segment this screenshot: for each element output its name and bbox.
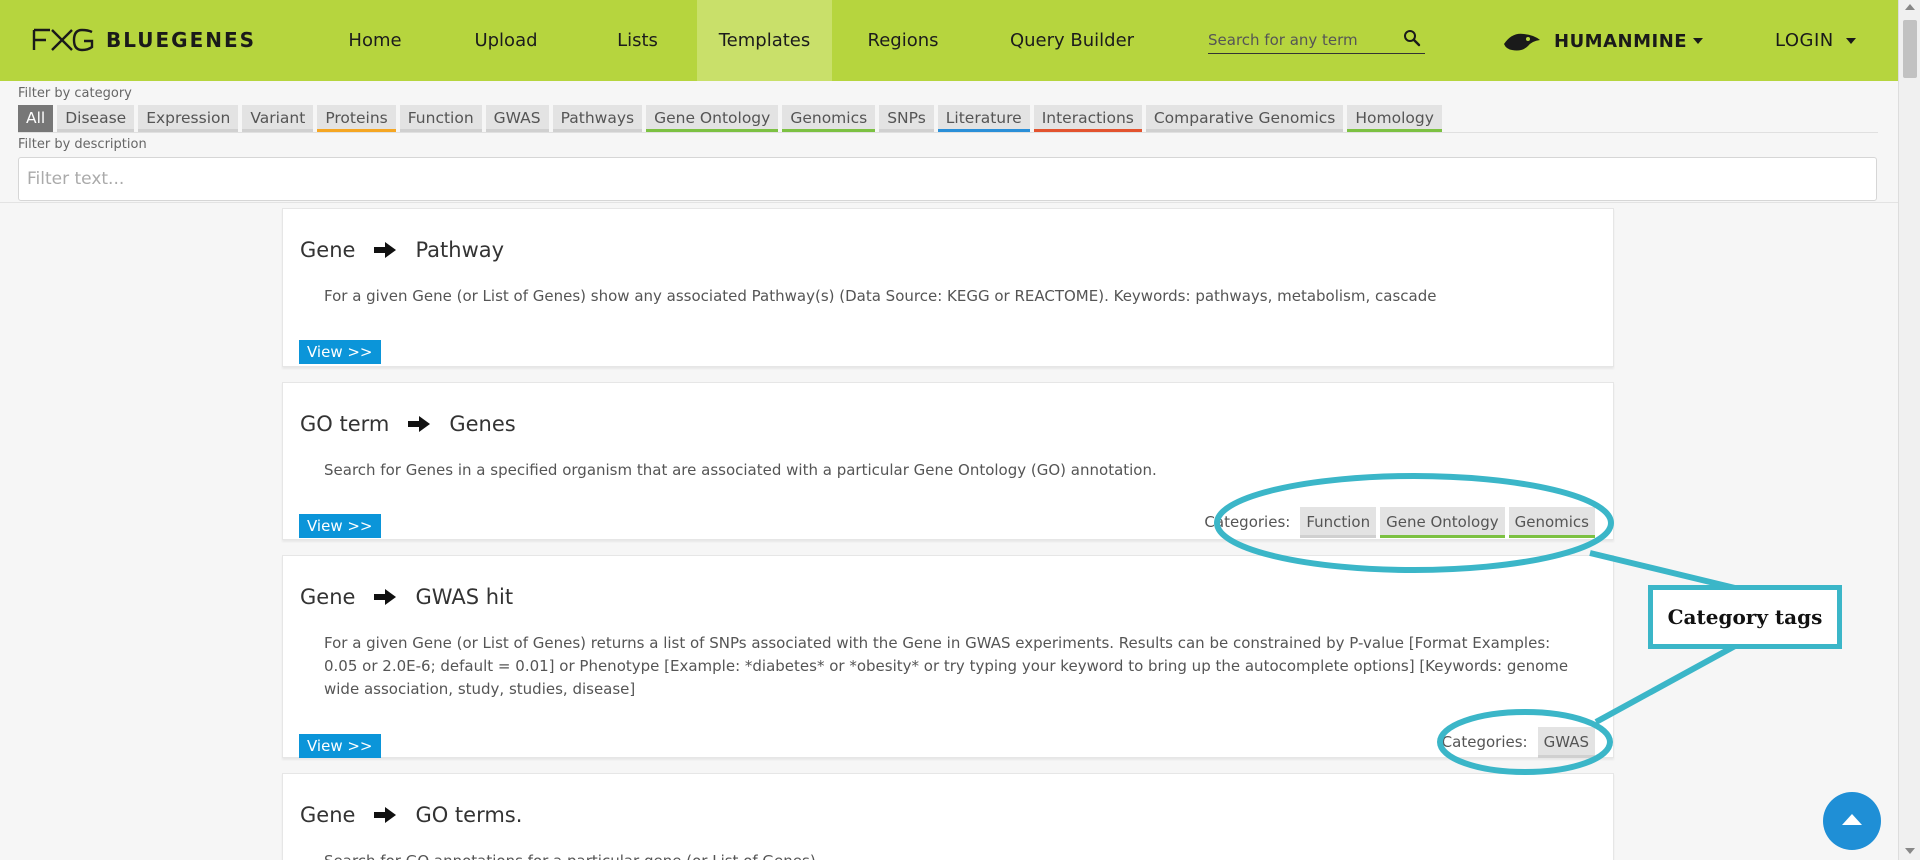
category-tag-gwas[interactable]: GWAS (1537, 726, 1595, 758)
category-tag-genomics[interactable]: Genomics (1508, 506, 1595, 538)
divider (18, 132, 1878, 133)
category-filter-snps[interactable]: SNPs (879, 105, 934, 132)
chevron-down-icon (1846, 38, 1857, 44)
category-filter-variant[interactable]: Variant (242, 105, 314, 132)
arrow-right-icon (408, 416, 431, 432)
category-tag-gene-ontology[interactable]: Gene Ontology (1380, 506, 1505, 538)
category-filter-bar: All Disease Expression Variant Proteins Funct… (18, 105, 1446, 132)
navbar: BLUEGENES Home Upload Lists Templates Re… (0, 0, 1898, 81)
category-filter-all[interactable]: All (18, 105, 54, 132)
template-categories: Categories: GWAS (1442, 726, 1595, 758)
template-categories: Categories: Function Gene Ontology Genom… (1204, 506, 1595, 538)
category-filter-genomics[interactable]: Genomics (782, 105, 876, 132)
brand-name: BLUEGENES (106, 28, 257, 52)
mine-selector[interactable]: HUMANMINE (1502, 24, 1704, 58)
scroll-thumb[interactable] (1903, 20, 1917, 78)
view-button[interactable]: View >> (299, 514, 381, 538)
category-filter-homology[interactable]: Homology (1347, 105, 1442, 132)
mine-name: HUMANMINE (1554, 30, 1688, 52)
category-filter-interactions[interactable]: Interactions (1033, 105, 1142, 132)
categories-label: Categories: (1441, 733, 1528, 751)
template-from: Gene (300, 803, 356, 827)
arrow-right-icon (374, 242, 397, 258)
category-filter-comparative-genomics[interactable]: Comparative Genomics (1145, 105, 1344, 132)
category-filter-expression[interactable]: Expression (138, 105, 239, 132)
view-button[interactable]: View >> (299, 340, 381, 364)
arrow-right-icon (374, 807, 397, 823)
template-title[interactable]: GO term Genes (300, 409, 516, 439)
back-to-top-button[interactable] (1823, 792, 1881, 850)
page-scrollbar[interactable] (1898, 0, 1920, 860)
nav-lists[interactable]: Lists (572, 0, 703, 81)
category-filter-literature[interactable]: Literature (937, 105, 1030, 132)
nav-home[interactable]: Home (310, 0, 440, 81)
nav-query-builder[interactable]: Query Builder (974, 0, 1170, 81)
template-title[interactable]: Gene GO terms. (300, 800, 522, 830)
view-button[interactable]: View >> (299, 734, 381, 758)
template-card: GO term Genes Search for Genes in a spec… (282, 382, 1614, 540)
template-to: Genes (449, 412, 516, 436)
category-filter-gene-ontology[interactable]: Gene Ontology (646, 105, 779, 132)
template-description: Search for GO annotations for a particul… (324, 850, 1584, 860)
template-card: Gene GWAS hit For a given Gene (or List … (282, 555, 1614, 758)
template-to: GWAS hit (415, 585, 514, 609)
scroll-down-icon[interactable] (1905, 848, 1915, 854)
fxg-logo-icon (32, 28, 94, 52)
divider (0, 202, 1898, 203)
nav-upload[interactable]: Upload (440, 0, 572, 81)
login-button[interactable]: LOGIN (1775, 24, 1857, 58)
category-filter-function[interactable]: Function (399, 105, 482, 132)
humanmine-logo-icon (1504, 33, 1540, 51)
template-description: For a given Gene (or List of Genes) retu… (324, 634, 1569, 698)
arrow-right-icon (374, 589, 397, 605)
brand[interactable]: BLUEGENES (30, 25, 256, 55)
annotation-connector (1594, 643, 1737, 725)
template-card: Gene GO terms. Search for GO annotations… (282, 773, 1614, 860)
filter-description-label: Filter by description (18, 137, 147, 152)
chevron-down-icon (1693, 38, 1704, 44)
template-from: Gene (300, 238, 356, 262)
nav-templates[interactable]: Templates (697, 0, 832, 81)
template-from: Gene (300, 585, 356, 609)
template-description: Search for Genes in a specified organism… (324, 461, 1157, 479)
search-icon[interactable] (1403, 29, 1421, 47)
chevron-up-icon (1842, 814, 1862, 825)
scroll-up-icon[interactable] (1905, 4, 1915, 10)
filter-category-label: Filter by category (18, 86, 132, 101)
template-to: GO terms. (415, 803, 523, 827)
category-filter-proteins[interactable]: Proteins (317, 105, 396, 132)
category-filter-disease[interactable]: Disease (57, 105, 135, 132)
global-search (1208, 26, 1425, 54)
filter-text-input[interactable] (18, 157, 1877, 201)
category-tag-function[interactable]: Function (1300, 506, 1377, 538)
template-to: Pathway (415, 238, 505, 262)
template-from: GO term (300, 412, 390, 436)
template-card: Gene Pathway For a given Gene (or List o… (282, 208, 1614, 367)
template-description: For a given Gene (or List of Genes) show… (324, 287, 1437, 305)
category-filter-pathways[interactable]: Pathways (552, 105, 643, 132)
login-label: LOGIN (1775, 30, 1834, 51)
nav-regions[interactable]: Regions (832, 0, 974, 81)
categories-label: Categories: (1204, 513, 1291, 531)
search-input[interactable] (1208, 29, 1388, 51)
template-title[interactable]: Gene GWAS hit (300, 582, 513, 612)
template-title[interactable]: Gene Pathway (300, 235, 504, 265)
annotation-callout: Category tags (1648, 585, 1842, 649)
category-filter-gwas[interactable]: GWAS (485, 105, 549, 132)
